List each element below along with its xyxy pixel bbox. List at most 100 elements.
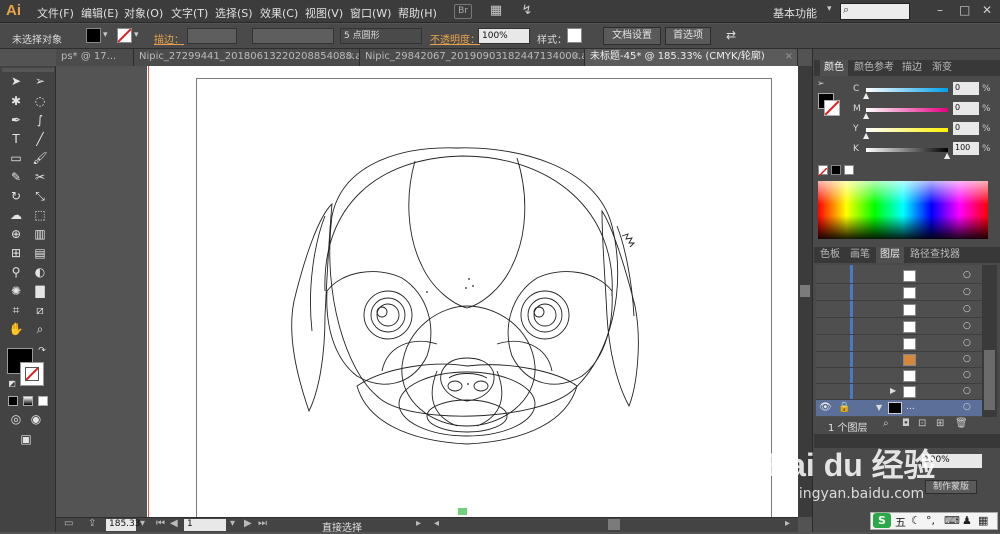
- direct-selection-icon[interactable]: ➢: [32, 74, 48, 89]
- zoom-icon[interactable]: ⌕: [32, 322, 48, 337]
- scroll-left-icon[interactable]: ◂: [434, 518, 439, 529]
- menu-grid-icon[interactable]: ▦: [978, 514, 988, 527]
- default-colors-icon[interactable]: ◩: [4, 376, 20, 391]
- tab-document-3[interactable]: Nipic_29842067_20190903182447134000.ai* ×: [360, 49, 585, 66]
- slider-knob-y[interactable]: ▲: [863, 131, 869, 140]
- close-icon[interactable]: ×: [785, 49, 793, 65]
- tab-gradient[interactable]: 渐变: [928, 60, 956, 76]
- layer-name[interactable]: ...: [906, 402, 915, 412]
- slider-value-m[interactable]: 0: [953, 102, 979, 115]
- slider-track-c[interactable]: [866, 88, 948, 92]
- new-layer-icon[interactable]: ⊞: [936, 418, 944, 429]
- expand-arrow-icon[interactable]: ▶: [890, 386, 896, 395]
- layer-row[interactable]: [816, 302, 982, 318]
- next-artboard-icon[interactable]: ▶: [244, 518, 252, 529]
- slider-value-k[interactable]: 100: [953, 142, 979, 155]
- scissors-icon[interactable]: ✂: [32, 170, 48, 185]
- layer-row[interactable]: [816, 285, 982, 301]
- graph-icon[interactable]: ▇: [32, 284, 48, 299]
- target-icon[interactable]: ○: [963, 287, 971, 297]
- screen-mode-icon[interactable]: ▣: [18, 432, 34, 447]
- target-icon[interactable]: ○: [963, 338, 971, 348]
- target-icon[interactable]: ○: [963, 386, 971, 396]
- user-icon[interactable]: ♟: [962, 514, 972, 527]
- vertical-scroll-thumb[interactable]: [800, 285, 810, 297]
- preferences-button[interactable]: 首选项: [665, 27, 711, 45]
- gradient-mode-icon[interactable]: [23, 396, 33, 406]
- panel-grip[interactable]: [2, 68, 54, 72]
- type-icon[interactable]: T: [8, 132, 24, 147]
- scroll-right-icon[interactable]: ▸: [785, 518, 790, 529]
- zoom-level-input[interactable]: 185.33: [106, 519, 141, 531]
- swap-colors-icon[interactable]: ↷: [34, 344, 50, 359]
- close-icon[interactable]: ×: [347, 49, 355, 65]
- target-icon[interactable]: ○: [963, 402, 971, 412]
- brush-dropdown[interactable]: 5 点圆形: [340, 28, 422, 44]
- minimize-button[interactable]: –: [937, 3, 943, 17]
- keyboard-icon[interactable]: ⌨: [944, 514, 960, 527]
- locate-object-icon[interactable]: ⌕: [883, 418, 889, 429]
- free-transform-icon[interactable]: ⬚: [32, 208, 48, 223]
- horizontal-scroll-thumb[interactable]: [608, 519, 620, 530]
- slider-track-m[interactable]: [866, 108, 948, 112]
- perspective-icon[interactable]: ▥: [32, 227, 48, 242]
- none-mode-icon[interactable]: [38, 396, 48, 406]
- ime-mode-label[interactable]: 五: [895, 514, 906, 530]
- arrange-documents-icon[interactable]: ▦: [487, 4, 505, 19]
- artboard-number-input[interactable]: 1: [184, 519, 226, 531]
- target-icon[interactable]: ○: [963, 370, 971, 380]
- moon-icon[interactable]: ☾: [911, 514, 921, 527]
- collapse-arrow-icon[interactable]: ▼: [876, 403, 882, 412]
- slider-knob-k[interactable]: ▲: [944, 151, 950, 160]
- hand-icon[interactable]: ✋: [8, 322, 24, 337]
- menu-edit[interactable]: 编辑(E): [81, 5, 119, 21]
- tab-color[interactable]: 颜色: [820, 60, 848, 76]
- target-icon[interactable]: ○: [963, 270, 971, 280]
- close-icon[interactable]: ×: [572, 49, 580, 65]
- pen-icon[interactable]: ✒: [8, 113, 24, 128]
- stroke-label[interactable]: 描边：: [154, 31, 184, 46]
- tab-document-2[interactable]: Nipic_27299441_20180613220208854088.ai* ×: [134, 49, 360, 66]
- scale-icon[interactable]: ⤡: [32, 189, 48, 204]
- style-swatch[interactable]: [567, 28, 582, 43]
- arrange-icon[interactable]: ⇄: [726, 28, 736, 42]
- menu-type[interactable]: 文字(T): [171, 5, 208, 21]
- layer-row[interactable]: [816, 384, 982, 400]
- variable-width-dropdown[interactable]: [252, 28, 334, 44]
- screen-icon[interactable]: ▭: [64, 518, 73, 529]
- mesh-icon[interactable]: ⊞: [8, 246, 24, 261]
- gpu-performance-icon[interactable]: ↯: [518, 4, 536, 19]
- eyedropper-icon[interactable]: ⚲: [8, 265, 24, 280]
- slider-knob-c[interactable]: ▲: [863, 91, 869, 100]
- slider-track-k[interactable]: [866, 148, 948, 152]
- target-icon[interactable]: ○: [963, 354, 971, 364]
- rectangle-icon[interactable]: ▭: [8, 151, 24, 166]
- menu-window[interactable]: 窗口(W): [350, 5, 391, 21]
- pencil-icon[interactable]: ✎: [8, 170, 24, 185]
- gradient-icon[interactable]: ▤: [32, 246, 48, 261]
- new-sublayer-icon[interactable]: ⊡: [918, 418, 926, 429]
- layer-row[interactable]: [816, 336, 982, 352]
- curvature-icon[interactable]: ∫: [32, 113, 48, 128]
- chevron-down-icon[interactable]: ▾: [230, 518, 235, 529]
- slider-knob-m[interactable]: ▲: [863, 111, 869, 120]
- slider-value-c[interactable]: 0: [953, 82, 979, 95]
- selection-icon[interactable]: ➤: [8, 74, 24, 89]
- slider-track-y[interactable]: [866, 128, 948, 132]
- layer-row[interactable]: [816, 268, 982, 284]
- layer-row[interactable]: [816, 352, 982, 368]
- warp-icon[interactable]: ☁: [8, 208, 24, 223]
- chevron-down-icon[interactable]: ▾: [103, 30, 108, 40]
- black-swatch[interactable]: [831, 165, 841, 175]
- symbol-sprayer-icon[interactable]: ✺: [8, 284, 24, 299]
- last-artboard-icon[interactable]: ⏭: [258, 518, 267, 529]
- slider-value-y[interactable]: 0: [953, 122, 979, 135]
- help-search-input[interactable]: [840, 3, 910, 20]
- stroke-weight-dropdown[interactable]: [187, 28, 237, 44]
- tab-brushes[interactable]: 画笔: [846, 247, 874, 263]
- canvas-area[interactable]: [57, 66, 798, 517]
- menu-file[interactable]: 文件(F): [37, 5, 74, 21]
- layers-scroll-thumb[interactable]: [984, 350, 995, 410]
- lock-icon[interactable]: 🔒: [838, 402, 850, 413]
- rotate-icon[interactable]: ↻: [8, 189, 24, 204]
